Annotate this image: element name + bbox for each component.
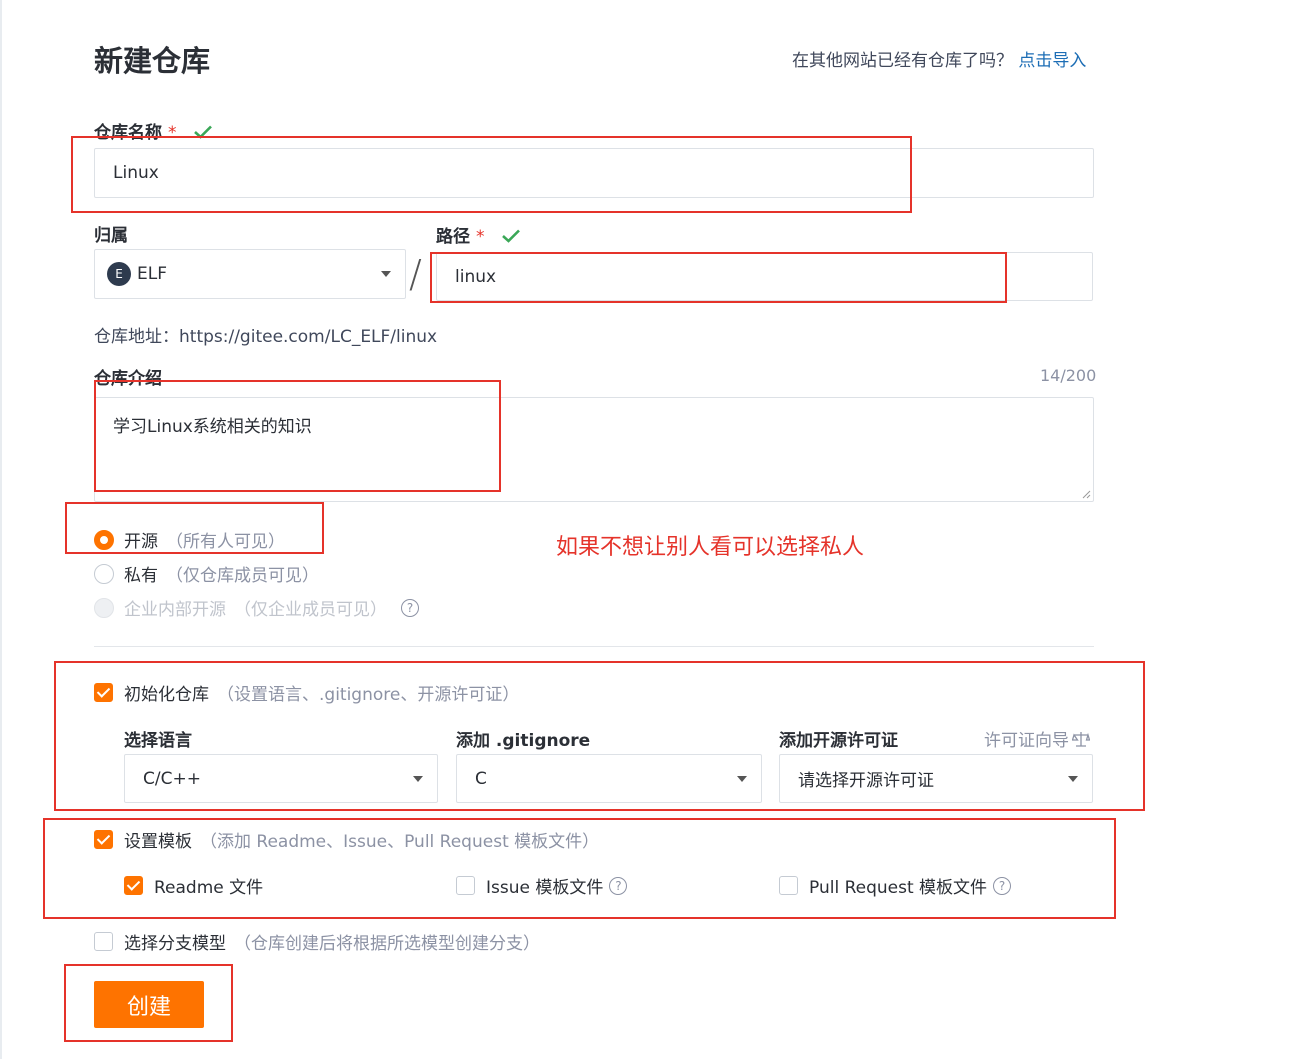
caret-down-icon [381, 271, 391, 277]
highlight-box-description [94, 380, 501, 492]
import-prompt: 在其他网站已经有仓库了吗？ [792, 51, 1013, 71]
highlight-box-create [64, 964, 233, 1042]
avatar: E [107, 262, 131, 286]
path-label-text: 路径 [436, 227, 470, 247]
divider [94, 646, 1094, 647]
owner-select[interactable]: E ELF [94, 249, 406, 299]
path-separator: / [409, 252, 422, 296]
help-icon[interactable]: ? [401, 598, 419, 617]
description-counter: 14/200 [1040, 366, 1097, 385]
highlight-box-path [430, 252, 1007, 303]
check-icon [502, 229, 521, 243]
visibility-option-enterprise: 企业内部开源 （仅企业成员可见） ? [94, 595, 419, 620]
resize-grip-icon[interactable] [1081, 489, 1091, 499]
highlight-box-repo-name [71, 136, 912, 213]
branch-model-label: 选择分支模型 [124, 934, 226, 954]
branch-model-checkbox[interactable] [94, 932, 113, 951]
owner-value: ELF [137, 264, 167, 284]
highlight-box-visibility [65, 502, 324, 554]
branch-model-hint: （仓库创建后将根据所选模型创建分支） [234, 934, 540, 954]
option-hint: （仅企业成员可见） [234, 600, 387, 620]
import-link[interactable]: 点击导入 [1018, 51, 1086, 71]
import-note: 在其他网站已经有仓库了吗？ 点击导入 [792, 46, 1086, 71]
path-label: 路径 * [436, 222, 521, 247]
highlight-box-init-repo [54, 661, 1145, 811]
repo-address: 仓库地址：https://gitee.com/LC_ELF/linux [94, 327, 438, 347]
page-title: 新建仓库 [94, 44, 211, 78]
required-mark: * [476, 227, 485, 247]
left-border [0, 0, 2, 1059]
radio-private[interactable] [94, 563, 114, 584]
option-label: 企业内部开源 [124, 600, 226, 620]
highlight-box-template [43, 818, 1116, 919]
option-hint: （仅仓库成员可见） [166, 566, 319, 586]
option-label: 私有 [124, 566, 158, 586]
radio-enterprise [94, 597, 114, 618]
annotation-text: 如果不想让别人看可以选择私人 [556, 535, 865, 560]
branch-model-option[interactable]: 选择分支模型 （仓库创建后将根据所选模型创建分支） [94, 929, 540, 954]
owner-label: 归属 [94, 226, 128, 246]
visibility-option-private[interactable]: 私有 （仅仓库成员可见） [94, 561, 319, 586]
